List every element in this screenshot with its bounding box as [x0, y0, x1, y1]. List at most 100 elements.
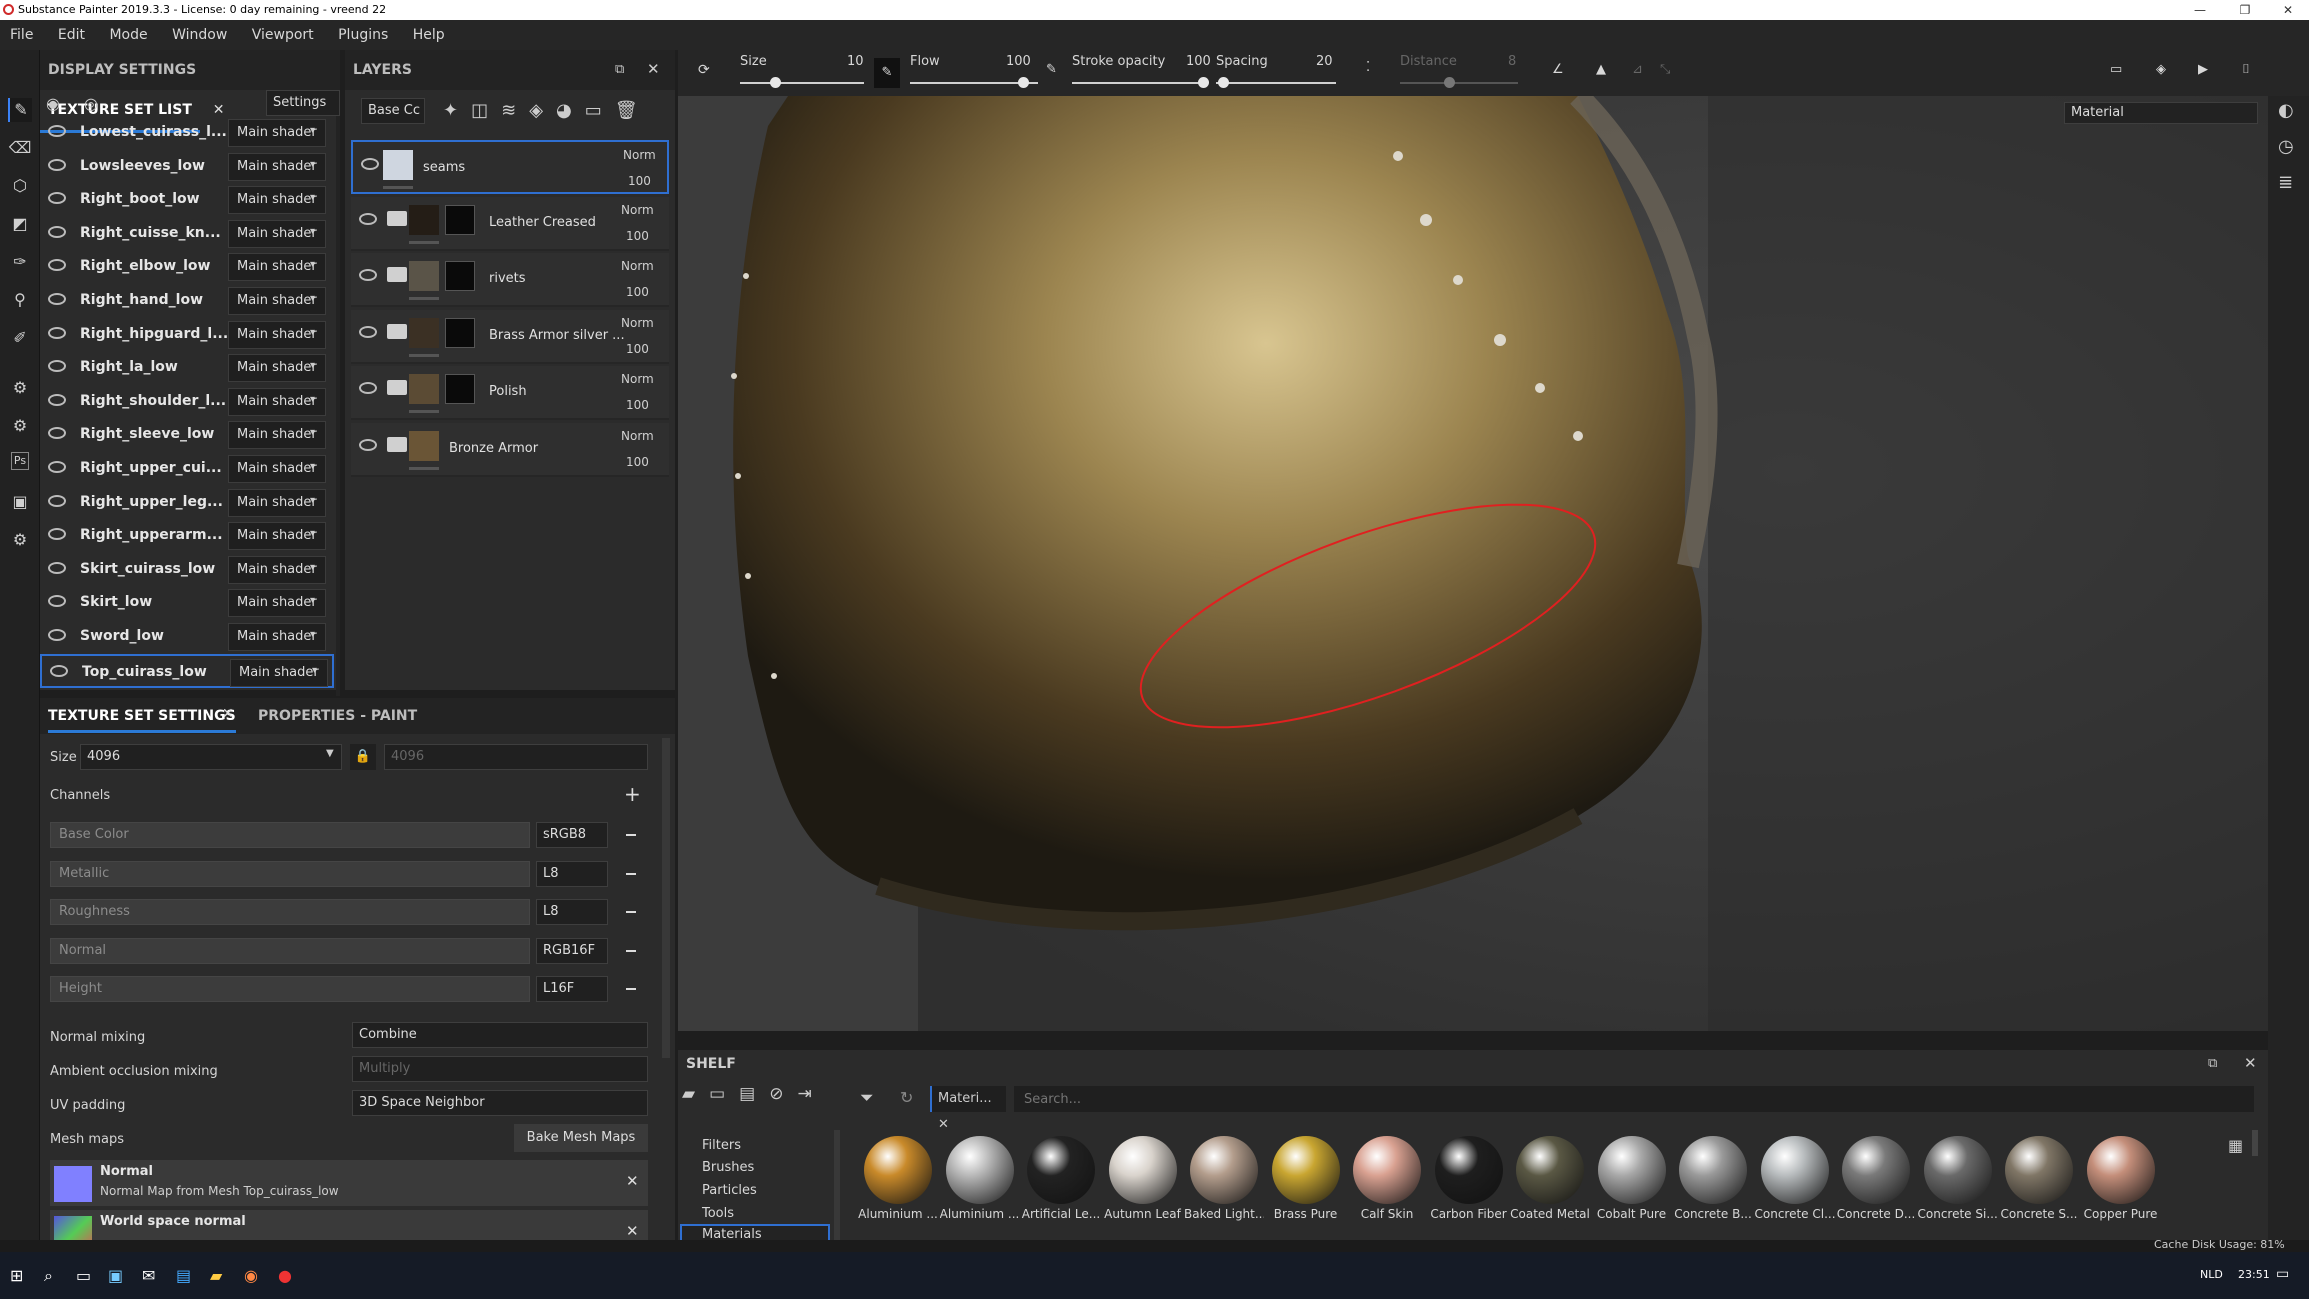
layer-row[interactable]: Brass Armor silver ... Norm 100 — [351, 309, 669, 364]
remove-filter-icon[interactable]: ✕ — [938, 1117, 949, 1132]
tss-scrollbar[interactable] — [662, 738, 670, 1058]
smudge-icon[interactable]: ✑ — [8, 250, 32, 274]
windows-start-icon[interactable]: ⊞ — [10, 1266, 23, 1285]
texture-set-row[interactable]: Right_sleeve_low Main shader ▾ — [40, 418, 334, 452]
close-layers-icon[interactable]: ✕ — [647, 60, 660, 78]
polygon-fill-icon[interactable]: ◩ — [8, 212, 32, 236]
material-thumbnail[interactable] — [1516, 1136, 1584, 1204]
material-thumbnail[interactable] — [1027, 1136, 1095, 1204]
flow-slider-knob[interactable] — [1018, 77, 1029, 88]
mesh-map-item[interactable]: World space normal ✕ — [50, 1210, 648, 1240]
menu-viewport[interactable]: Viewport — [242, 20, 324, 50]
spacing-knob[interactable] — [1218, 77, 1229, 88]
visibility-eye-icon[interactable] — [48, 125, 66, 137]
library-icon[interactable]: ▤ — [739, 1084, 769, 1104]
store-icon[interactable]: ▣ — [108, 1266, 123, 1285]
remove-channel-icon[interactable] — [626, 872, 636, 875]
add-fill-icon[interactable]: ◈ — [529, 100, 556, 121]
task-view-icon[interactable]: ▭ — [76, 1266, 91, 1285]
blend-mode-dropdown[interactable]: Norm — [621, 203, 654, 217]
material-thumbnail[interactable] — [864, 1136, 932, 1204]
lazy-mouse-icon[interactable]: ⁚ — [1366, 60, 1370, 75]
eraser-icon[interactable]: ⌫ — [8, 136, 32, 160]
spacing-slider[interactable] — [1216, 82, 1336, 84]
close-tss-icon[interactable]: ✕ — [222, 706, 234, 722]
channel-dropdown[interactable]: Base Cc — [361, 98, 425, 124]
layer-mask-thumbnail[interactable] — [445, 374, 475, 404]
blend-mode-dropdown[interactable]: Norm — [621, 259, 654, 273]
layer-mask-thumbnail[interactable] — [445, 261, 475, 291]
import-icon[interactable]: ⇥ — [797, 1084, 825, 1104]
screenshot-icon[interactable]: ⌷ — [2242, 62, 2250, 77]
material-thumbnail[interactable] — [2005, 1136, 2073, 1204]
refresh-icon[interactable]: ↻ — [900, 1088, 913, 1107]
notifications-icon[interactable]: ▭ — [2276, 1266, 2289, 1282]
category-filters[interactable]: Filters — [702, 1138, 741, 1153]
menu-edit[interactable]: Edit — [48, 20, 95, 50]
menu-help[interactable]: Help — [403, 20, 455, 50]
uv-padding-dropdown[interactable]: 3D Space Neighbor — [352, 1090, 648, 1116]
layer-mask-thumbnail[interactable] — [445, 317, 475, 348]
material-thumbnail[interactable] — [1597, 1136, 1666, 1204]
texture-set-row[interactable]: Skirt_cuirass_low Main shader ▾ — [40, 553, 334, 587]
add-mask-icon[interactable]: ◫ — [471, 100, 501, 121]
material-thumbnail[interactable] — [1679, 1136, 1747, 1204]
viewport-2d-icon[interactable]: ▭ — [2110, 62, 2122, 77]
layer-row[interactable]: rivets Norm 100 — [351, 253, 669, 307]
undock-icon[interactable]: ⧉ — [615, 62, 624, 77]
visibility-eye-icon[interactable] — [48, 393, 66, 406]
material-thumbnail[interactable] — [1271, 1136, 1340, 1204]
remove-channel-icon[interactable] — [626, 949, 636, 952]
visibility-eye-icon[interactable] — [48, 595, 66, 608]
visibility-eye-icon[interactable] — [48, 360, 66, 373]
minimize-icon[interactable]: — — [2180, 0, 2220, 20]
hide-icon[interactable]: ⊘ — [769, 1084, 797, 1104]
layer-visibility-icon[interactable] — [359, 382, 377, 394]
layer-opacity[interactable]: 100 — [626, 398, 649, 412]
clone-stamp-icon[interactable]: ⚲ — [8, 288, 32, 312]
bake-mesh-maps-button[interactable]: Bake Mesh Maps — [514, 1124, 648, 1152]
layer-visibility-icon[interactable] — [361, 158, 379, 170]
material-thumbnail[interactable] — [1434, 1136, 1503, 1204]
category-particles[interactable]: Particles — [702, 1183, 757, 1198]
blend-mode-dropdown[interactable]: Norm — [621, 316, 654, 330]
projection-icon[interactable]: ⬡ — [8, 174, 32, 198]
add-mask-effect-icon[interactable]: ◕ — [556, 100, 585, 121]
paint-brush-icon[interactable]: ✎ — [8, 98, 32, 122]
camera-icon[interactable]: ▶ — [2198, 62, 2208, 77]
viewport-3d-icon[interactable]: ◈ — [2156, 62, 2166, 77]
close-window-icon[interactable]: ✕ — [2268, 0, 2308, 20]
visibility-eye-icon[interactable] — [48, 225, 66, 238]
mirror-icon[interactable]: ▲ — [1596, 62, 1606, 77]
channel-format-dropdown[interactable]: RGB16F — [536, 937, 608, 964]
texture-set-row[interactable]: Sword_low Main shader ▾ — [40, 620, 334, 654]
texture-set-row[interactable]: Right_upperarm... Main shader ▾ — [40, 519, 334, 553]
channel-format-dropdown[interactable]: L16F — [536, 976, 608, 1002]
material-thumbnail[interactable] — [1842, 1136, 1910, 1204]
add-channel-icon[interactable]: + — [624, 782, 641, 806]
folder-icon[interactable]: ▰ — [682, 1084, 709, 1104]
layer-opacity[interactable]: 100 — [626, 342, 649, 356]
layer-row[interactable]: Polish Norm 100 — [351, 366, 669, 420]
remove-channel-icon[interactable] — [626, 988, 636, 990]
filter-icon[interactable]: ⏷ — [860, 1088, 874, 1108]
close-shelf-icon[interactable]: ✕ — [2244, 1054, 2257, 1072]
menu-file[interactable]: File — [0, 20, 43, 50]
material-thumbnail[interactable] — [2086, 1136, 2155, 1204]
visibility-eye-icon[interactable] — [48, 427, 66, 440]
menu-plugins[interactable]: Plugins — [328, 20, 398, 50]
visibility-eye-icon[interactable] — [50, 664, 68, 677]
size-dropdown[interactable]: 4096 — [80, 744, 342, 770]
blend-mode-dropdown[interactable]: Norm — [621, 429, 654, 443]
normal-mixing-dropdown[interactable]: Combine — [352, 1022, 648, 1048]
tab-texture-set-settings[interactable]: TEXTURE SET SETTINGS — [48, 708, 236, 733]
material-thumbnail[interactable] — [1190, 1136, 1258, 1204]
texture-set-row[interactable]: Right_upper_leg... Main shader ▾ — [40, 486, 334, 520]
stroke-opacity-slider[interactable] — [1072, 82, 1208, 84]
visibility-eye-icon[interactable] — [48, 259, 66, 272]
add-effect-icon[interactable]: ✦ — [443, 100, 471, 121]
history-icon[interactable]: ◷ — [2278, 136, 2294, 157]
remove-channel-icon[interactable] — [626, 834, 636, 836]
texture-set-row[interactable]: Right_shoulder_l... Main shader ▾ — [40, 385, 334, 419]
remove-mesh-map-icon[interactable]: ✕ — [626, 1222, 639, 1240]
